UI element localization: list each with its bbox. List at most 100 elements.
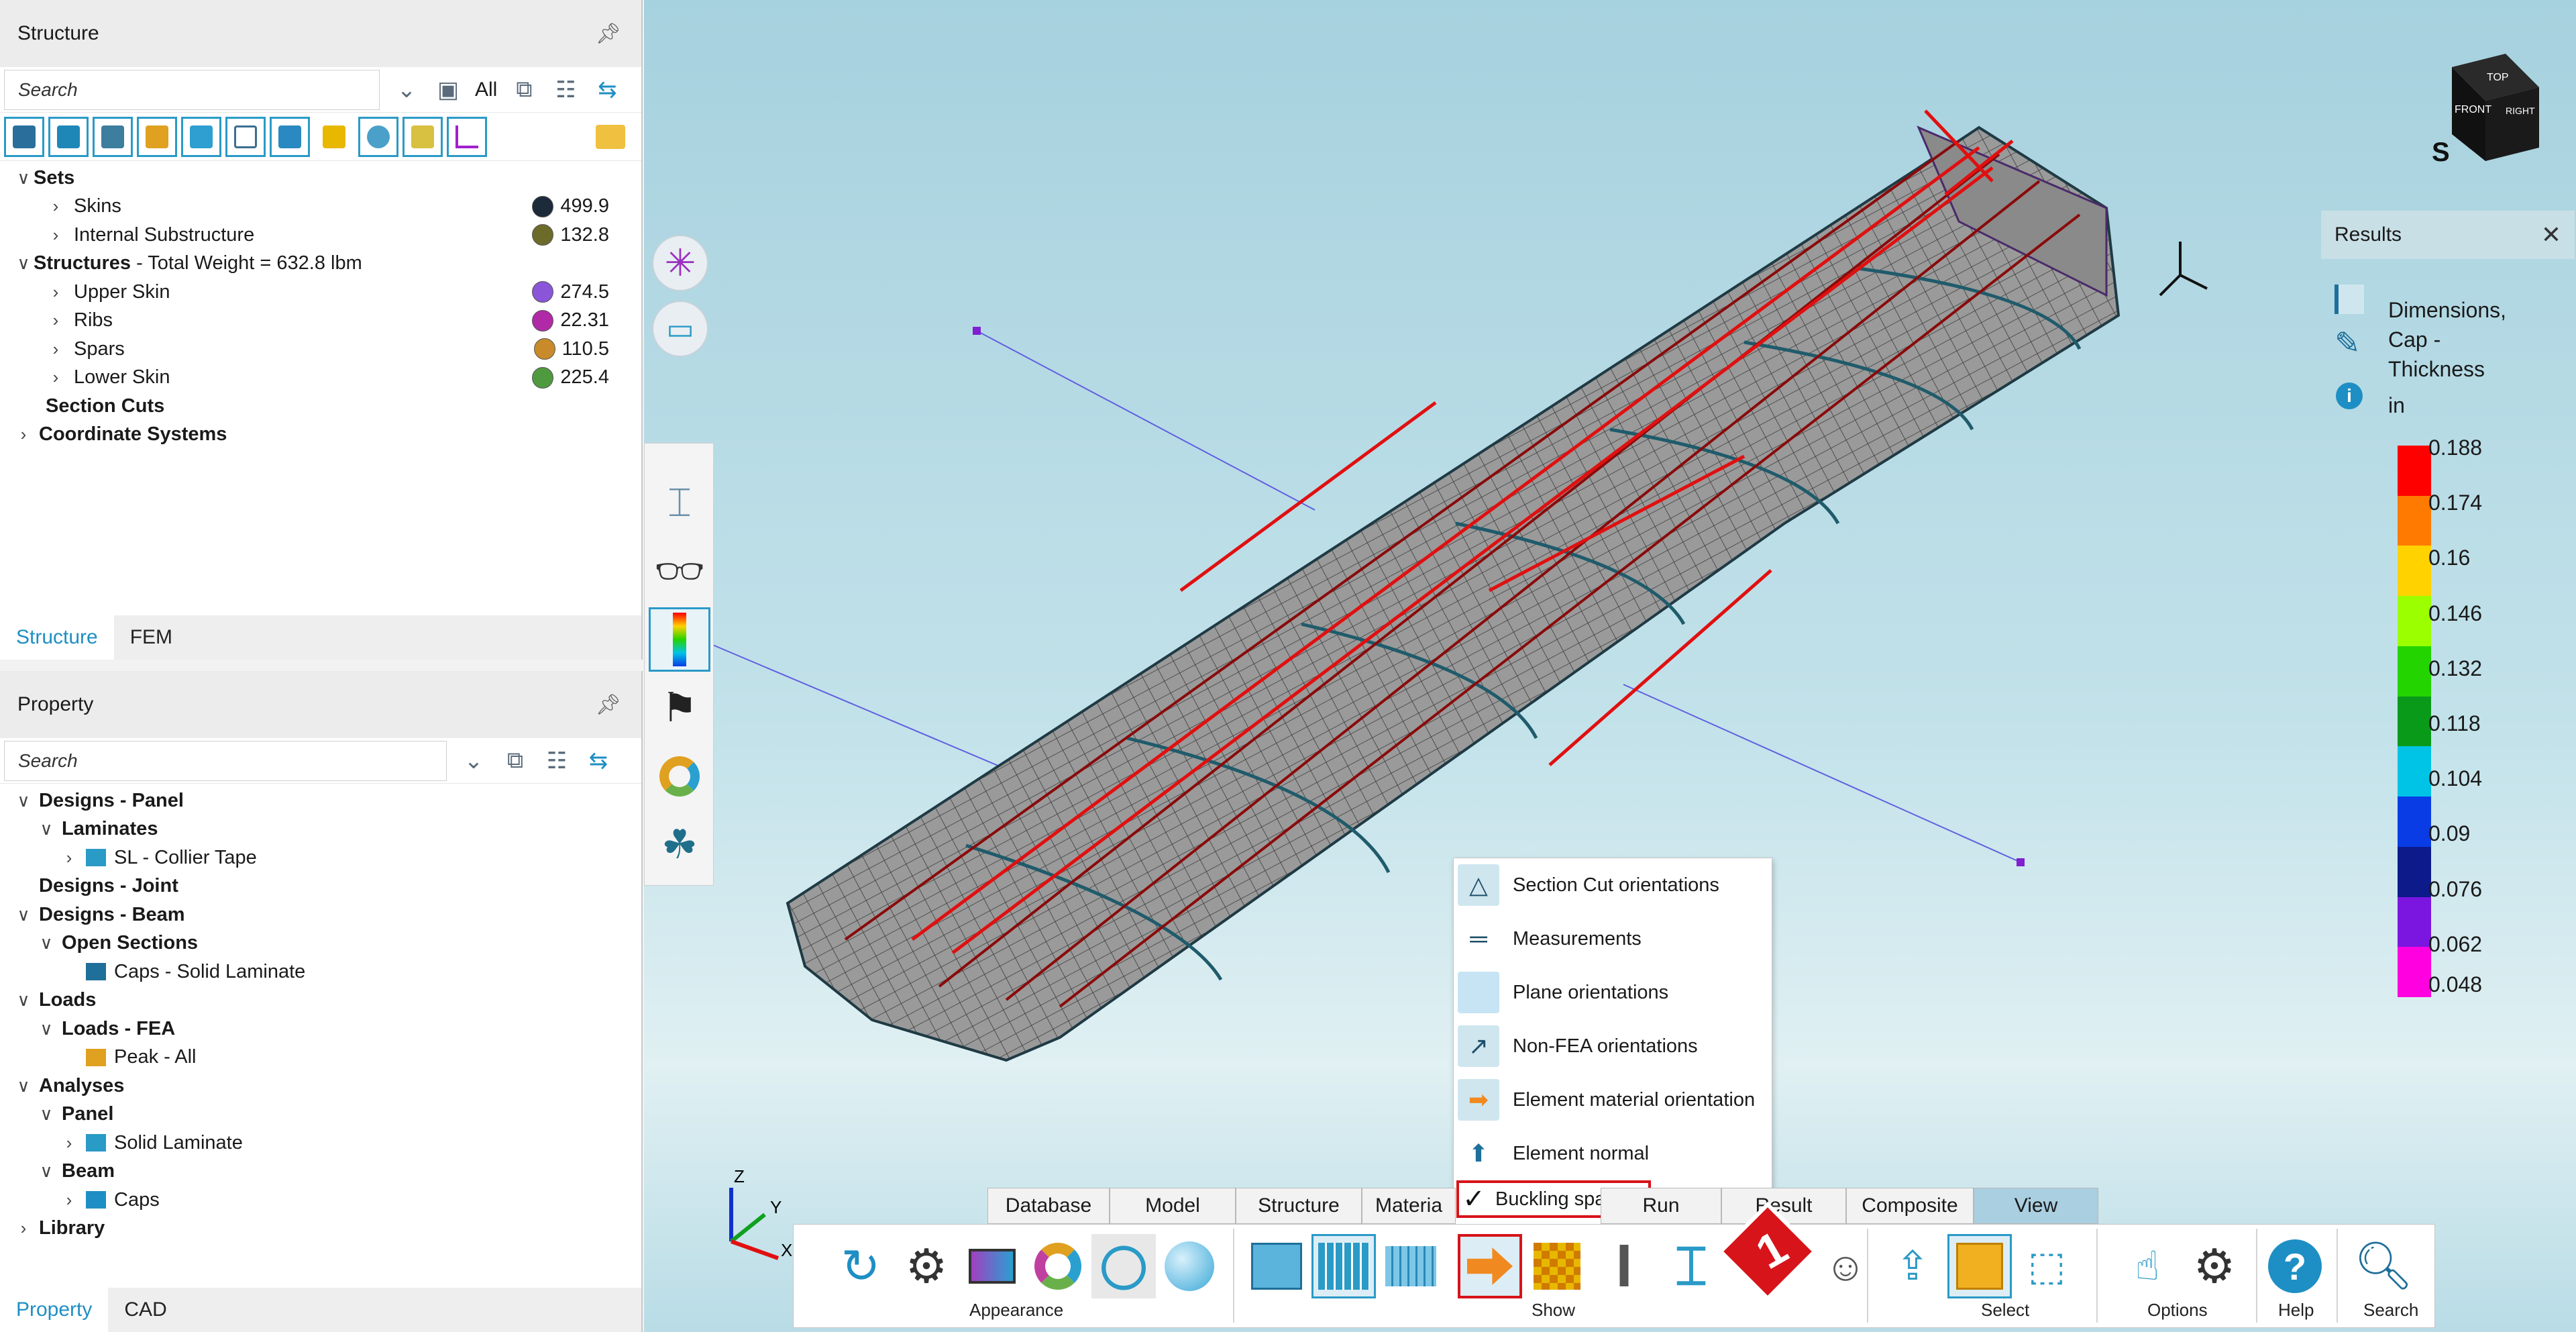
checkered-flag-icon[interactable]: ⚑ bbox=[649, 676, 710, 740]
plates-filter-icon[interactable] bbox=[93, 116, 133, 157]
select-up-icon[interactable]: ⇪ bbox=[1880, 1234, 1945, 1298]
chevron-right-icon[interactable]: › bbox=[13, 1218, 34, 1239]
asterisk-icon[interactable]: ✳︎ bbox=[652, 235, 708, 291]
property-search-input[interactable]: Search bbox=[4, 740, 447, 781]
chevron-right-icon[interactable]: › bbox=[59, 1133, 79, 1154]
property-tree-node[interactable]: › Caps bbox=[0, 1186, 641, 1215]
box-view-icon[interactable] bbox=[1244, 1234, 1309, 1298]
ribbon-tab-database[interactable]: Database bbox=[987, 1188, 1110, 1224]
components-filter-icon[interactable] bbox=[402, 116, 443, 157]
chevron-down-icon[interactable]: ∨ bbox=[36, 1161, 56, 1182]
bug-icon[interactable]: ☘︎ bbox=[649, 813, 710, 877]
layers-filter-icon[interactable] bbox=[314, 116, 354, 157]
beams-filter-icon[interactable] bbox=[225, 116, 266, 157]
chevron-right-icon[interactable]: › bbox=[59, 1190, 79, 1211]
beam-play-icon[interactable]: ⌶ bbox=[649, 470, 710, 535]
beam-section-icon[interactable]: ⌶ bbox=[1659, 1234, 1723, 1298]
navigation-cube[interactable]: TOP FRONT RIGHT S bbox=[2412, 47, 2546, 181]
chevron-down-icon[interactable]: ∨ bbox=[13, 253, 34, 274]
sync-icon[interactable]: ⇆ bbox=[592, 75, 622, 105]
chevron-down-icon[interactable]: ∨ bbox=[36, 819, 56, 839]
ribbon-tab-run[interactable]: Run bbox=[1601, 1188, 1721, 1224]
checker-icon[interactable] bbox=[1525, 1234, 1589, 1298]
tree-node-section-cuts[interactable]: Section Cuts bbox=[0, 392, 641, 421]
search-icon[interactable]: 🔍︎ bbox=[2351, 1234, 2416, 1298]
filter-all-label[interactable]: All bbox=[475, 79, 497, 101]
chevron-right-icon[interactable]: › bbox=[46, 367, 66, 388]
property-tree-node[interactable]: ∨ Laminates bbox=[0, 815, 641, 844]
tab-property[interactable]: Property bbox=[0, 1288, 109, 1332]
chevron-down-icon[interactable]: ∨ bbox=[36, 933, 56, 954]
ribbon-tab-view[interactable]: View bbox=[1974, 1188, 2098, 1224]
mesh-grid-icon[interactable] bbox=[1311, 1234, 1376, 1298]
ribbon-tab-materia[interactable]: Materia bbox=[1362, 1188, 1456, 1224]
chevron-right-icon[interactable]: › bbox=[46, 310, 66, 331]
property-tree-node[interactable]: ∨ Beam bbox=[0, 1158, 641, 1186]
info-icon[interactable]: i bbox=[2336, 382, 2363, 409]
tree-node-coordinate-systems[interactable]: › Coordinate Systems bbox=[0, 421, 641, 450]
close-icon[interactable]: ✕ bbox=[2541, 221, 2561, 249]
property-tree-node[interactable]: Designs - Joint bbox=[0, 872, 641, 901]
hierarchy-icon[interactable]: ☷ bbox=[551, 75, 580, 105]
tree-node-spars[interactable]: › Spars 110.5 bbox=[0, 335, 641, 364]
view-glasses-icon[interactable]: 👓︎ bbox=[649, 539, 710, 603]
ribbon-tab-structure[interactable]: Structure bbox=[1236, 1188, 1362, 1224]
pen-edit-icon[interactable]: ✎ bbox=[2334, 325, 2361, 361]
collapse-left-icon[interactable] bbox=[2334, 285, 2364, 314]
select-box-icon[interactable] bbox=[1947, 1234, 2012, 1298]
property-tree-node[interactable]: ∨ Open Sections bbox=[0, 929, 641, 958]
chevron-down-icon[interactable]: ∨ bbox=[13, 168, 34, 189]
volumes-filter-icon[interactable] bbox=[270, 116, 310, 157]
sync-icon[interactable]: ⇆ bbox=[584, 746, 613, 776]
donut-chart-icon[interactable] bbox=[649, 744, 710, 809]
property-tree-node[interactable]: ∨ Loads bbox=[0, 986, 641, 1015]
gear-eye-icon[interactable]: ⚙︎ bbox=[894, 1234, 959, 1298]
coordinates-filter-icon[interactable] bbox=[447, 116, 487, 157]
display-palette-icon[interactable] bbox=[960, 1234, 1024, 1298]
sections-filter-icon[interactable] bbox=[358, 116, 398, 157]
property-tree-node[interactable]: ∨ Panel bbox=[0, 1100, 641, 1129]
menu-item[interactable]: △ Section Cut orientations bbox=[1454, 858, 1772, 912]
menu-item[interactable]: ➡ Element material orientation bbox=[1454, 1073, 1772, 1127]
chevron-right-icon[interactable]: › bbox=[46, 282, 66, 303]
paint-bucket-icon[interactable]: ⭕︎ bbox=[1091, 1234, 1156, 1298]
collapse-all-icon[interactable]: ⧉ bbox=[500, 746, 530, 776]
guide-handle[interactable] bbox=[973, 327, 981, 335]
joints-filter-icon[interactable] bbox=[137, 116, 177, 157]
hand-pointer-icon[interactable]: ☝︎ bbox=[2115, 1234, 2180, 1298]
chevron-down-icon[interactable]: ∨ bbox=[13, 905, 34, 925]
menu-item[interactable]: ⬆ Element normal bbox=[1454, 1127, 1772, 1180]
property-tree-node[interactable]: Caps - Solid Laminate bbox=[0, 958, 641, 986]
chevron-right-icon[interactable]: › bbox=[46, 339, 66, 360]
chevron-down-icon[interactable]: ⌄ bbox=[459, 746, 488, 776]
element-orientation-button[interactable] bbox=[1458, 1234, 1522, 1298]
i-beam-icon[interactable]: I bbox=[1592, 1233, 1656, 1300]
filter-cube-icon[interactable]: ▣ bbox=[433, 75, 463, 105]
select-frame-icon[interactable]: ⬚ bbox=[2015, 1234, 2079, 1298]
tab-fem[interactable]: FEM bbox=[114, 615, 189, 660]
chevron-right-icon[interactable]: › bbox=[46, 225, 66, 246]
tree-node-ribs[interactable]: › Ribs 22.31 bbox=[0, 307, 641, 336]
chevron-down-icon[interactable]: ∨ bbox=[13, 990, 34, 1011]
property-tree-node[interactable]: › SL - Collier Tape bbox=[0, 843, 641, 872]
help-icon[interactable]: ? bbox=[2263, 1234, 2327, 1298]
hierarchy-icon[interactable]: ☷ bbox=[542, 746, 572, 776]
tree-node-upper-skin[interactable]: › Upper Skin 274.5 bbox=[0, 278, 641, 307]
property-tree-node[interactable]: ∨ Designs - Panel bbox=[0, 786, 641, 815]
fem-mesh-icon[interactable] bbox=[1379, 1234, 1443, 1298]
refresh-icon[interactable]: ↻ bbox=[828, 1234, 893, 1298]
tree-node-sets[interactable]: ∨ Sets bbox=[0, 164, 641, 193]
settings-id-icon[interactable]: ⚙︎ bbox=[2182, 1234, 2247, 1298]
property-tree-node[interactable]: ∨ Loads - FEA bbox=[0, 1015, 641, 1043]
tab-structure[interactable]: Structure bbox=[0, 615, 114, 660]
sphere-icon[interactable] bbox=[1157, 1234, 1222, 1298]
tree-node-lower-skin[interactable]: › Lower Skin 225.4 bbox=[0, 364, 641, 393]
property-tree-node[interactable]: Peak - All bbox=[0, 1043, 641, 1072]
pin-icon[interactable]: 📌︎ bbox=[596, 693, 621, 717]
tree-node-structures[interactable]: ∨ Structures - Total Weight = 632.8 lbm bbox=[0, 250, 641, 278]
chevron-right-icon[interactable]: › bbox=[59, 848, 79, 868]
tab-cad[interactable]: CAD bbox=[108, 1288, 182, 1332]
property-tree-node[interactable]: ∨ Analyses bbox=[0, 1072, 641, 1100]
ribbon-tab-model[interactable]: Model bbox=[1110, 1188, 1236, 1224]
menu-item[interactable]: ↗ Non-FEA orientations bbox=[1454, 1019, 1772, 1073]
